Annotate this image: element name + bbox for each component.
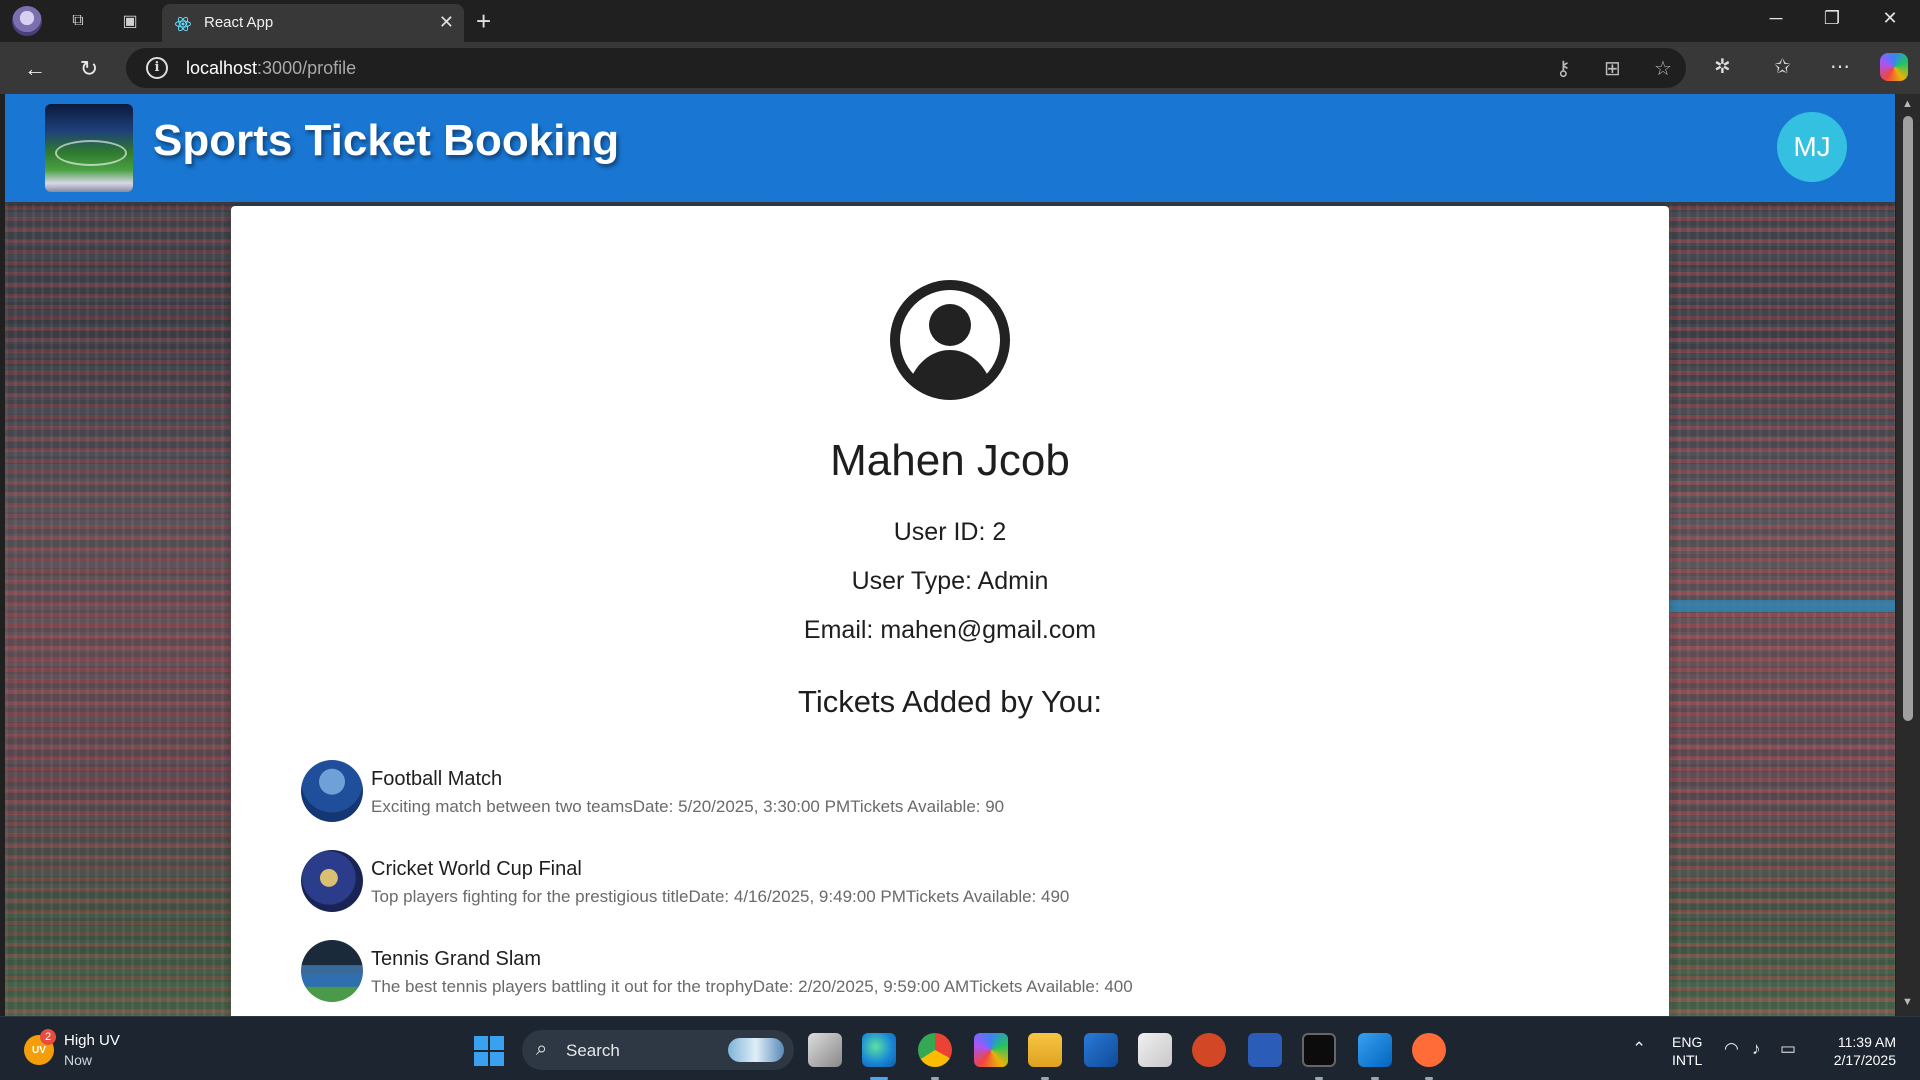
battery-icon[interactable]: ▭ (1780, 1039, 1796, 1059)
page-scrollbar[interactable]: ▲ ▼ (1896, 94, 1920, 1016)
extensions-icon[interactable]: ✲ (1714, 54, 1731, 79)
terminal-icon[interactable] (1302, 1033, 1336, 1067)
restore-icon[interactable]: ❐ (1812, 8, 1852, 29)
site-info-icon[interactable]: i (146, 57, 168, 79)
favorites-icon[interactable]: ✩ (1774, 54, 1791, 79)
powerpoint-icon[interactable] (1192, 1033, 1226, 1067)
url-host: localhost (186, 58, 258, 78)
browser-profile-icon[interactable] (12, 6, 42, 36)
ticket-image-football (301, 760, 363, 822)
back-icon[interactable]: ← (20, 54, 50, 84)
clock-time: 11:39 AM (1837, 1034, 1896, 1050)
keyboard-layout: INTL (1672, 1052, 1703, 1068)
language-code: ENG (1672, 1034, 1703, 1050)
volume-icon[interactable]: ♪ (1752, 1039, 1761, 1059)
ticket-item[interactable]: Football Match Exciting match between tw… (301, 760, 1601, 824)
apps-icon[interactable]: ⊞ (1604, 56, 1621, 81)
tab-title: React App (204, 14, 274, 31)
tickets-heading: Tickets Added by You: (798, 684, 1102, 719)
address-bar[interactable]: i localhost:3000/profile ⚷ ⊞ ☆ (126, 48, 1686, 88)
vertical-tabs-icon[interactable]: ▣ (116, 8, 144, 34)
search-highlight-image (728, 1038, 784, 1062)
tab-close-icon[interactable]: ✕ (439, 12, 454, 33)
workspaces-icon[interactable]: ⧉ (64, 8, 92, 34)
url-path: :3000/profile (257, 58, 357, 78)
word-icon[interactable] (1248, 1033, 1282, 1067)
favorite-star-icon[interactable]: ☆ (1654, 56, 1672, 81)
weather-title[interactable]: High UV (64, 1032, 120, 1049)
system-clock[interactable]: 11:39 AM 2/17/2025 (1826, 1033, 1896, 1069)
more-options-icon[interactable]: ⋯ (1830, 54, 1850, 79)
stadium-logo[interactable] (45, 104, 133, 192)
ticket-description: Exciting match between two teamsDate: 5/… (371, 797, 1005, 816)
ticket-item[interactable]: Cricket World Cup Final Top players figh… (301, 850, 1601, 914)
file-explorer-icon[interactable] (1028, 1033, 1062, 1067)
edge-icon[interactable] (862, 1033, 896, 1067)
scrollbar-thumb[interactable] (1903, 116, 1913, 721)
ticket-description: Top players fighting for the prestigious… (371, 887, 1070, 906)
refresh-icon[interactable]: ↻ (74, 54, 104, 84)
search-label: Search (566, 1041, 620, 1060)
stadium-background-left (5, 204, 231, 1016)
react-icon (175, 16, 191, 32)
tab-react-app[interactable]: React App ✕ (162, 4, 464, 42)
minimize-icon[interactable]: ─ (1756, 8, 1796, 29)
key-icon[interactable]: ⚷ (1556, 56, 1571, 81)
windows-start-icon[interactable] (474, 1036, 504, 1066)
ticket-item[interactable]: Tennis Grand Slam The best tennis player… (301, 940, 1601, 1004)
profile-card: Mahen Jcob User ID: 2 User Type: Admin E… (231, 206, 1669, 1016)
scroll-down-icon[interactable]: ▼ (1902, 996, 1913, 1008)
user-name: Mahen Jcob (830, 436, 1070, 485)
chrome-icon[interactable] (918, 1033, 952, 1067)
user-avatar[interactable]: MJ (1777, 112, 1847, 182)
ticket-description: The best tennis players battling it out … (371, 977, 1133, 996)
language-indicator[interactable]: ENG INTL (1672, 1033, 1702, 1069)
app-header: Sports Ticket Booking MJ (5, 94, 1895, 202)
postman-icon[interactable] (1412, 1033, 1446, 1067)
scroll-up-icon[interactable]: ▲ (1902, 98, 1913, 110)
account-circle-icon (890, 280, 1010, 400)
weather-notification-badge: 2 (40, 1029, 56, 1045)
windows-taskbar: UV 2 High UV Now ⌕ Search ⌃ ENG INTL ◠ ♪… (0, 1016, 1920, 1080)
page-viewport: Sports Ticket Booking MJ Mahen Jcob User… (5, 94, 1895, 1016)
wifi-icon[interactable]: ◠ (1724, 1039, 1739, 1059)
stadium-band (1669, 600, 1895, 612)
ticket-title: Tennis Grand Slam (371, 948, 542, 970)
url-text[interactable]: localhost:3000/profile (186, 58, 356, 79)
browser-toolbar: ← ↻ i localhost:3000/profile ⚷ ⊞ ☆ ✲ ✩ ⋯ (0, 42, 1920, 94)
close-window-icon[interactable]: ✕ (1870, 8, 1910, 29)
tray-chevron-icon[interactable]: ⌃ (1632, 1039, 1646, 1059)
ticket-image-cricket (301, 850, 363, 912)
clock-date: 2/17/2025 (1833, 1052, 1896, 1068)
task-view-icon[interactable] (808, 1033, 842, 1067)
outlook-icon[interactable] (1084, 1033, 1118, 1067)
user-email: Email: mahen@gmail.com (803, 616, 1097, 644)
search-icon: ⌕ (536, 1038, 548, 1060)
vscode-icon[interactable] (1358, 1033, 1392, 1067)
user-id: User ID: 2 (893, 518, 1007, 546)
new-tab-icon[interactable]: + (476, 6, 491, 37)
ticket-title: Football Match (371, 768, 503, 790)
weather-subtitle: Now (64, 1052, 93, 1068)
ticket-image-tennis (301, 940, 363, 1002)
taskbar-search[interactable]: ⌕ Search (522, 1030, 794, 1070)
browser-titlebar: ⧉ ▣ React App ✕ + ─ ❐ ✕ (0, 0, 1920, 42)
copilot-icon[interactable] (1880, 53, 1908, 81)
user-type: User Type: Admin (851, 567, 1049, 595)
office-icon[interactable] (1138, 1033, 1172, 1067)
copilot-app-icon[interactable] (974, 1033, 1008, 1067)
ticket-title: Cricket World Cup Final (371, 858, 582, 880)
app-title: Sports Ticket Booking (153, 116, 620, 165)
